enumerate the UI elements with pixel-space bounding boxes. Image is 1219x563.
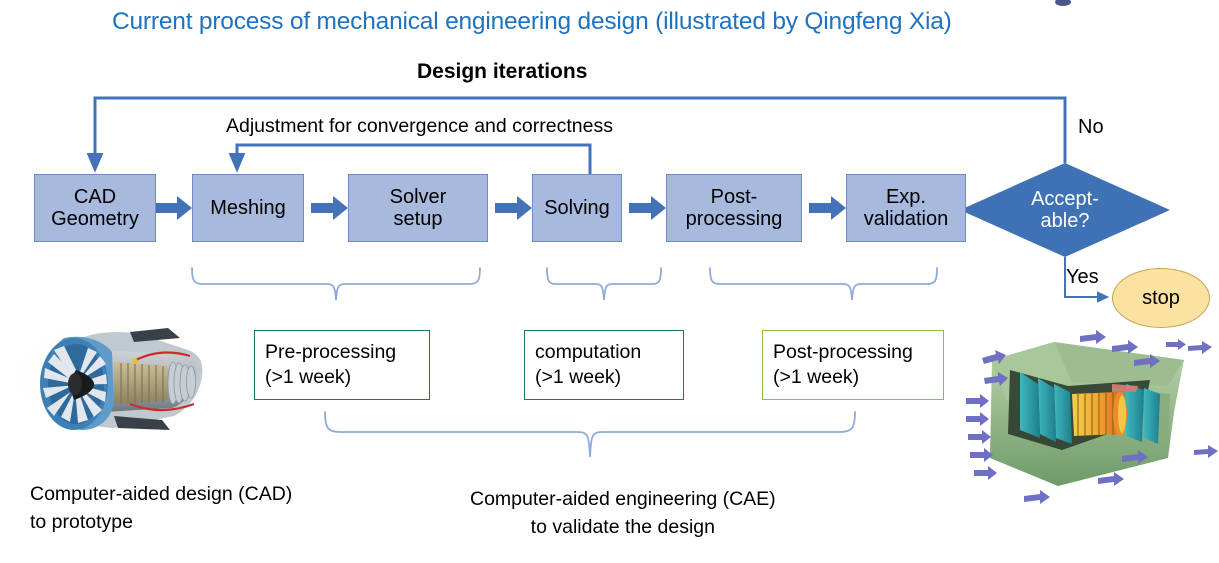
terminator-label: stop [1142,286,1180,309]
phase-label-line1: Pre-processing [265,340,397,363]
footnote-cae-line1: Computer-aided engineering (CAE) [470,488,776,510]
process-box-solver-setup[interactable]: Solver setup [348,174,488,242]
process-label-line2: processing [685,208,783,230]
branch-label-no: No [1078,116,1104,138]
phase-label-line1: computation [535,340,642,363]
process-label-line1: Solver [389,185,447,208]
process-label-line2: setup [393,208,443,230]
page-title: Current process of mechanical engineerin… [112,8,952,35]
process-label-line1: Post- [710,185,758,208]
process-label-line1: Solving [544,196,610,219]
decision-label-line1: Accept- [1031,187,1099,210]
decision-label-line2: able? [1040,210,1090,232]
process-box-cad-geometry[interactable]: CAD Geometry [34,174,156,242]
jet-engine-cad-image [15,320,211,432]
footnote-cad-line2: to prototype [30,511,133,534]
footnote-cad: Computer-aided design (CAD) to prototype [30,480,292,537]
diagram-canvas: Current process of mechanical engineerin… [0,0,1219,563]
process-label-line2: Geometry [51,208,139,230]
footnote-cae-line2: to validate the design [530,516,715,539]
branch-label-yes: Yes [1066,266,1099,288]
process-box-meshing[interactable]: Meshing [192,174,304,242]
process-label-line1: CAD [73,185,117,208]
design-iterations-label: Design iterations [417,60,588,83]
adjustment-loop [228,143,592,174]
process-box-solving[interactable]: Solving [532,174,622,242]
adjustment-label: Adjustment for convergence and correctne… [226,115,613,137]
footnote-cad-line1: Computer-aided design (CAD) [30,483,293,505]
phase-box-post-processing[interactable]: Post-processing (>1 week) [762,330,944,400]
brace-pre-processing [191,267,481,301]
brace-computation [546,267,662,301]
process-label-line2: validation [863,208,949,230]
decision-diamond[interactable]: Accept- able? [960,163,1170,257]
velocity-vectors [966,330,1218,504]
phase-label-line1: Post-processing [773,340,913,363]
process-label-line1: Exp. [885,185,926,208]
phase-box-pre-processing[interactable]: Pre-processing (>1 week) [254,330,430,400]
terminator-stop[interactable]: stop [1112,268,1210,328]
cfd-simulation-image [966,330,1218,504]
phase-label-line2: (>1 week) [773,366,860,388]
phase-label-line2: (>1 week) [265,366,352,388]
footnote-cae: Computer-aided engineering (CAE) to vali… [470,485,776,542]
process-box-exp-validation[interactable]: Exp. validation [846,174,966,242]
brace-cae-overall [324,411,856,458]
diagram-vector-layer [15,0,1218,504]
brace-post-processing [709,267,938,301]
phase-label-line2: (>1 week) [535,366,622,388]
process-label-line1: Meshing [210,196,286,219]
process-box-post-processing[interactable]: Post- processing [666,174,802,242]
phase-box-computation[interactable]: computation (>1 week) [524,330,684,400]
